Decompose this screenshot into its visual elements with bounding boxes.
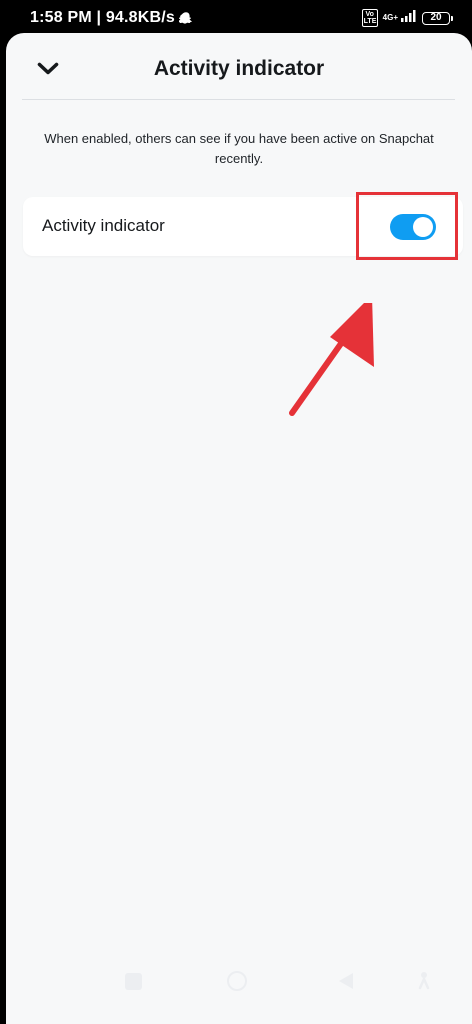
- recent-apps-button[interactable]: [125, 973, 142, 990]
- status-time-speed: 1:58 PM | 94.8KB/s: [30, 9, 176, 26]
- signal-icon: [401, 9, 417, 27]
- status-right: Vo LTE 4G+ 20: [361, 9, 453, 27]
- header-divider: [22, 99, 455, 100]
- system-navigation-bar: [6, 963, 472, 1003]
- highlight-annotation-box: [356, 192, 458, 260]
- network-type: 4G+: [382, 13, 398, 22]
- header: Activity indicator: [6, 33, 472, 99]
- battery-icon: 20: [422, 11, 453, 25]
- settings-sheet: Activity indicator When enabled, others …: [6, 33, 472, 1024]
- red-arrow-annotation: [289, 303, 374, 416]
- home-button[interactable]: [227, 971, 247, 991]
- setting-label: Activity indicator: [42, 216, 165, 235]
- volte-icon: Vo LTE: [361, 9, 378, 27]
- accessibility-icon[interactable]: [417, 971, 431, 991]
- setting-description: When enabled, others can see if you have…: [44, 131, 434, 166]
- status-left: 1:58 PM | 94.8KB/s: [30, 9, 193, 27]
- back-triangle-icon[interactable]: [337, 971, 355, 991]
- page-title: Activity indicator: [153, 57, 325, 80]
- status-bar: 1:58 PM | 94.8KB/s Vo LTE 4G+ 20: [0, 0, 472, 36]
- snapchat-ghost-icon: [179, 11, 193, 25]
